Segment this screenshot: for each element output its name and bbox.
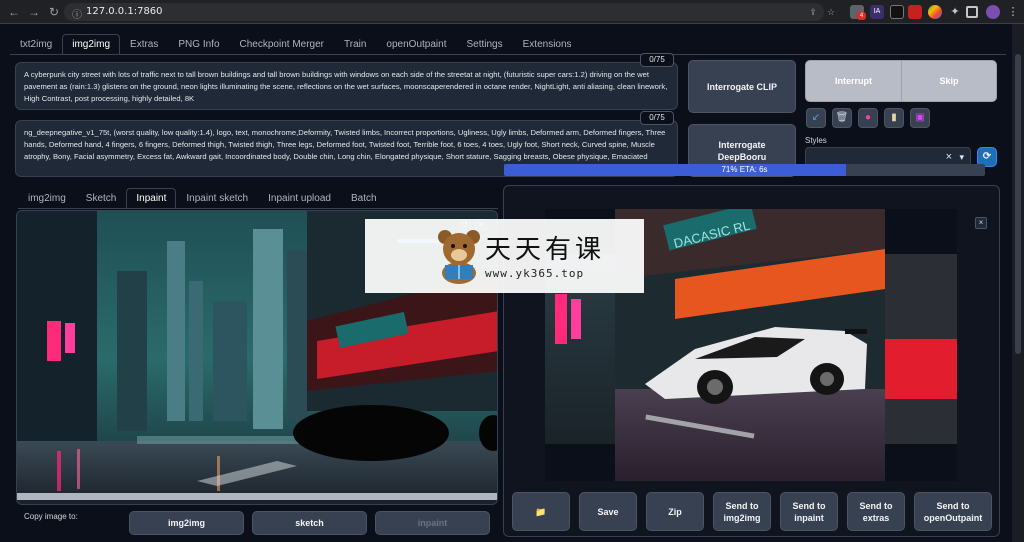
- folder-icon[interactable]: 📁: [512, 492, 570, 531]
- interrogate-clip-button[interactable]: Interrogate CLIP: [688, 60, 796, 113]
- styles-clear-icon[interactable]: ×: [946, 151, 952, 163]
- forward-icon[interactable]: →: [26, 4, 42, 20]
- bear-mascot-icon: [438, 230, 480, 284]
- subtab-batch[interactable]: Batch: [341, 188, 387, 208]
- tab-divider: [10, 54, 1006, 55]
- tab-txt2img[interactable]: txt2img: [10, 34, 62, 54]
- scrollbar-thumb[interactable]: [1015, 54, 1021, 354]
- arrow-icon[interactable]: ↙: [806, 108, 826, 128]
- address-bar[interactable]: ⓘ 127.0.0.1:7860: [64, 3, 824, 21]
- share-icon[interactable]: ⇪: [806, 5, 820, 19]
- menu-icon[interactable]: ⋮: [1006, 5, 1020, 19]
- prompt-token-counter: 0/75: [640, 53, 674, 67]
- browser-toolbar: ← → ↻ ⓘ 127.0.0.1:7860 ⇪ ☆ 4 IA ✦ ⋮: [0, 0, 1024, 24]
- subtab-img2img[interactable]: img2img: [18, 188, 76, 208]
- progress-text: 71% ETA: 6s: [721, 165, 768, 174]
- color-extension-icon[interactable]: [928, 5, 942, 19]
- bookmark-star-icon[interactable]: ☆: [824, 5, 838, 19]
- chevron-down-icon[interactable]: ▾: [959, 152, 964, 163]
- output-send-to-img2img-button[interactable]: Send to img2img: [713, 492, 771, 531]
- output-send-to-inpaint-button[interactable]: Send to inpaint: [780, 492, 838, 531]
- tab-openoutpaint[interactable]: openOutpaint: [376, 34, 456, 54]
- puzzle-icon[interactable]: ✦: [948, 5, 962, 19]
- subtab-inpaint-upload[interactable]: Inpaint upload: [258, 188, 341, 208]
- prompt-textarea[interactable]: A cyberpunk city street with lots of tra…: [15, 62, 678, 110]
- clipboard-icon[interactable]: ▮: [884, 108, 904, 128]
- tab-extensions[interactable]: Extensions: [513, 34, 582, 54]
- copy-to-sketch-button[interactable]: sketch: [252, 511, 367, 535]
- site-info-icon[interactable]: ⓘ: [72, 6, 82, 21]
- tab-extras[interactable]: Extras: [120, 34, 168, 54]
- extension-badge: 4: [857, 12, 866, 20]
- watermark-logo: 天天有课 www.yk365.top: [365, 219, 644, 293]
- interrupt-button[interactable]: Interrupt: [805, 60, 902, 102]
- url-text: 127.0.0.1:7860: [86, 6, 163, 17]
- copy-to-inpaint-button[interactable]: inpaint: [375, 511, 490, 535]
- sidepanel-icon[interactable]: [966, 6, 978, 18]
- paint-icon[interactable]: ●: [858, 108, 878, 128]
- progress-bar: 71% ETA: 6s: [504, 164, 985, 176]
- subtab-inpaint[interactable]: Inpaint: [126, 188, 177, 208]
- subtab-sketch[interactable]: Sketch: [76, 188, 127, 208]
- back-icon[interactable]: ←: [6, 4, 22, 20]
- skip-button[interactable]: Skip: [901, 60, 997, 102]
- output-send-to-openoutpaint-button[interactable]: Send to openOutpaint: [914, 492, 992, 531]
- video-extension-icon[interactable]: [890, 5, 904, 19]
- close-gallery-icon[interactable]: ×: [975, 217, 987, 229]
- output-zip-button[interactable]: Zip: [646, 492, 704, 531]
- reload-icon[interactable]: ↻: [46, 4, 62, 20]
- img2img-mode-tabs: img2img Sketch Inpaint Inpaint sketch Inpain…: [18, 188, 387, 208]
- red-extension-icon[interactable]: [908, 5, 922, 19]
- tab-checkpoint-merger[interactable]: Checkpoint Merger: [230, 34, 334, 54]
- tab-settings[interactable]: Settings: [456, 34, 512, 54]
- subtab-divider: [18, 208, 498, 209]
- negative-prompt-token-counter: 0/75: [640, 111, 674, 125]
- save-style-icon[interactable]: ▣: [910, 108, 930, 128]
- tab-img2img[interactable]: img2img: [62, 34, 121, 54]
- output-save-button[interactable]: Save: [579, 492, 637, 531]
- output-send-to-extras-button[interactable]: Send to extras: [847, 492, 905, 531]
- tab-train[interactable]: Train: [334, 34, 376, 54]
- trash-icon[interactable]: 🗑: [832, 108, 852, 128]
- main-tabs: txt2img img2img Extras PNG Info Checkpoint M…: [10, 34, 582, 54]
- styles-label: Styles: [805, 136, 827, 145]
- watermark-url: www.yk365.top: [485, 267, 585, 280]
- ia-extension-icon[interactable]: IA: [870, 5, 884, 19]
- subtab-inpaint-sketch[interactable]: Inpaint sketch: [176, 188, 258, 208]
- profile-avatar[interactable]: [986, 5, 1000, 19]
- copy-to-img2img-button[interactable]: img2img: [129, 511, 244, 535]
- watermark-title: 天天有课: [485, 235, 606, 265]
- tab-png-info[interactable]: PNG Info: [168, 34, 229, 54]
- page-scrollbar[interactable]: [1012, 24, 1024, 542]
- copy-image-label: Copy image to:: [24, 512, 78, 521]
